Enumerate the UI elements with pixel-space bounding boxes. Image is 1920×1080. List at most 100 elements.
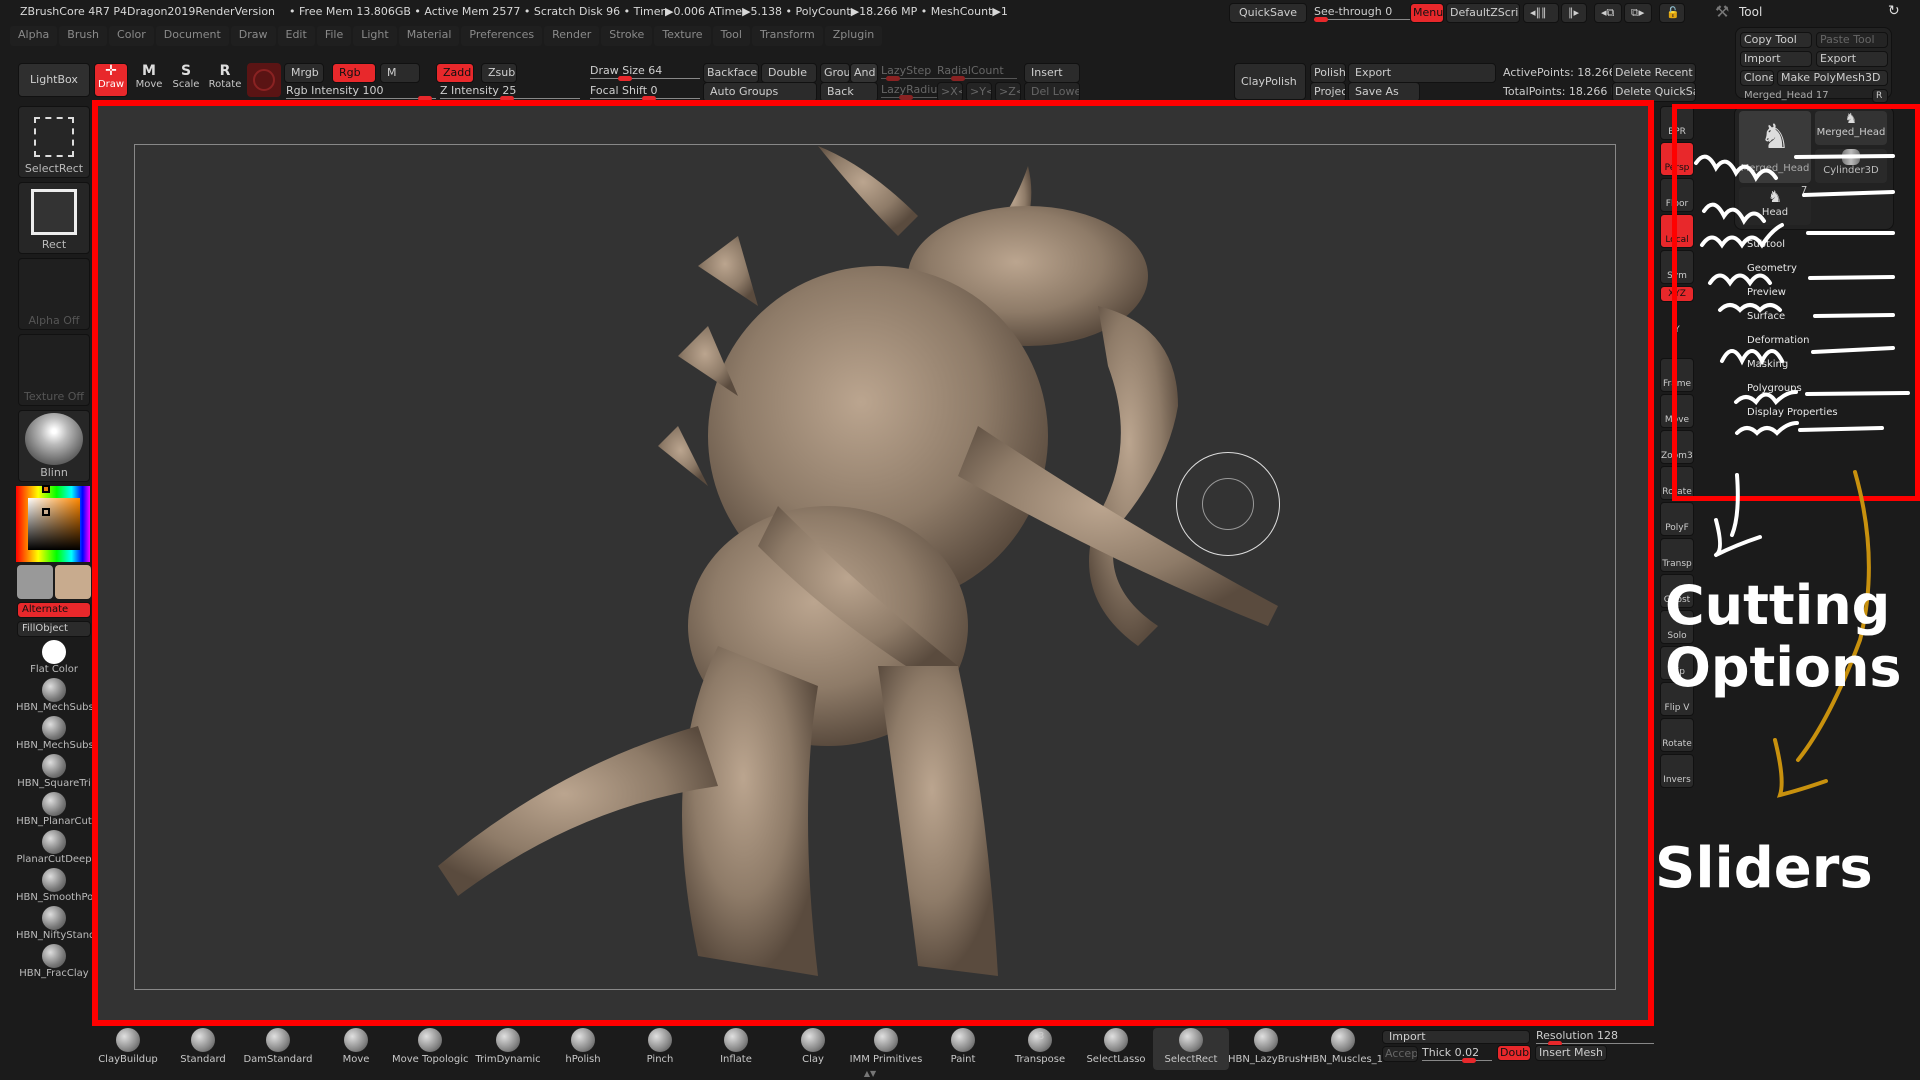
menus-button[interactable]: Menus (1410, 3, 1444, 23)
draw-size-slider[interactable]: Draw Size 64 (590, 63, 700, 81)
back-button[interactable]: Back (820, 82, 878, 102)
strip-rotate-button[interactable]: Rotate (1660, 718, 1694, 752)
alpha-off-tile[interactable]: Alpha Off (18, 258, 90, 330)
quicksave-button[interactable]: QuickSave (1229, 3, 1307, 23)
shelf-brush-claybuildup[interactable]: ClayBuildup (90, 1028, 166, 1070)
thick-slider[interactable]: Thick 0.02 (1422, 1045, 1492, 1063)
shelf-brush-hbn_lazybrush[interactable]: HBN_LazyBrush (1228, 1028, 1307, 1070)
layout-next-icon[interactable]: ⧉▸ (1624, 3, 1652, 23)
draw-button[interactable]: ✛ Draw (94, 63, 128, 97)
strip-polyf-button[interactable]: PolyF (1660, 502, 1694, 536)
double-shelf-button[interactable]: Double (1497, 1045, 1531, 1061)
r-button[interactable]: R (1872, 89, 1888, 103)
save-as-button[interactable]: Save As (1348, 82, 1420, 102)
menu-document[interactable]: Document (155, 26, 229, 46)
shelf-brush-damstandard[interactable]: DamStandard (240, 1028, 316, 1070)
texture-off-tile[interactable]: Texture Off (18, 334, 90, 406)
shelf-brush-imm-primitives[interactable]: IMM Primitives (848, 1028, 924, 1070)
x-axis-button[interactable]: >X< (937, 82, 963, 102)
prev-icon[interactable]: ◂∥∥ (1523, 3, 1559, 23)
menu-edit[interactable]: Edit (277, 26, 315, 46)
menu-texture[interactable]: Texture (654, 26, 711, 46)
clone-button[interactable]: Clone (1740, 70, 1774, 86)
del-lower-button[interactable]: Del Lower (1024, 82, 1080, 102)
left-brush-item[interactable]: HBN_SquareTri (16, 754, 92, 792)
menu-color[interactable]: Color (109, 26, 154, 46)
menu-brush[interactable]: Brush (59, 26, 108, 46)
edit-mode-button[interactable] (247, 63, 281, 97)
stroke-selectrect-tile[interactable]: SelectRect (18, 106, 90, 178)
menu-material[interactable]: Material (398, 26, 460, 46)
zadd-button[interactable]: Zadd (436, 63, 474, 83)
menu-file[interactable]: File (316, 26, 352, 46)
shelf-brush-move[interactable]: Move (318, 1028, 394, 1070)
auto-groups-button[interactable]: Auto Groups (703, 82, 817, 102)
import-mesh-button[interactable]: Import (1382, 1030, 1530, 1044)
insert-mesh-button[interactable]: Insert Mesh (1535, 1045, 1607, 1061)
make-polymesh-button[interactable]: Make PolyMesh3D (1777, 70, 1888, 86)
copy-tool-button[interactable]: Copy Tool (1740, 32, 1812, 48)
mrgb-button[interactable]: Mrgb (284, 63, 324, 83)
export-tool-button[interactable]: Export (1816, 51, 1888, 67)
canvas-viewport[interactable] (92, 100, 1654, 1026)
lightbox-button[interactable]: LightBox (18, 63, 90, 97)
left-brush-item[interactable]: HBN_MechSubs (16, 716, 92, 754)
y-axis-button[interactable]: >Y< (966, 82, 992, 102)
shelf-brush-selectlasso[interactable]: SelectLasso (1078, 1028, 1154, 1070)
and-button[interactable]: And (850, 63, 878, 83)
next-icon[interactable]: ∥▸ (1561, 3, 1587, 23)
material-tile[interactable]: Blinn (18, 410, 90, 482)
strip-transp-button[interactable]: Transp (1660, 538, 1694, 572)
reset-icon[interactable]: ↻ (1888, 3, 1900, 19)
shelf-brush-trimdynamic[interactable]: TrimDynamic (470, 1028, 546, 1070)
shelf-brush-hbn_muscles_1[interactable]: HBN_Muscles_1 (1305, 1028, 1383, 1070)
double-button[interactable]: Double (761, 63, 817, 83)
shelf-brush-paint[interactable]: Paint (925, 1028, 1001, 1070)
shelf-brush-selectrect[interactable]: SelectRect (1153, 1028, 1229, 1070)
alpha-rect-tile[interactable]: Rect (18, 182, 90, 254)
delete-recent-button[interactable]: Delete Recent Fi (1612, 63, 1696, 83)
radial-count-slider[interactable]: RadialCount (937, 63, 1017, 81)
color-saturation-box[interactable] (28, 498, 80, 550)
menu-light[interactable]: Light (353, 26, 397, 46)
polish-button[interactable]: Polish (1310, 63, 1346, 83)
left-brush-item[interactable]: Flat Color (16, 640, 92, 678)
rgb-intensity-slider[interactable]: Rgb Intensity 100 (286, 83, 436, 101)
menu-preferences[interactable]: Preferences (461, 26, 543, 46)
resolution-slider[interactable]: Resolution 128 (1536, 1028, 1654, 1046)
alternate-button[interactable]: Alternate (17, 602, 91, 618)
color-picker[interactable] (16, 485, 90, 562)
rotate-button[interactable]: R Rotate (207, 63, 243, 97)
left-brush-item[interactable]: HBN_SmoothPo (16, 868, 92, 906)
menu-alpha[interactable]: Alpha (10, 26, 58, 46)
left-brush-item[interactable]: HBN_PlanarCut (16, 792, 92, 830)
shelf-brush-inflate[interactable]: Inflate (698, 1028, 774, 1070)
strip-invers-button[interactable]: Invers (1660, 754, 1694, 788)
move-button[interactable]: M Move (133, 63, 165, 97)
backface-mask-button[interactable]: BackfaceMask (703, 63, 759, 83)
default-zscript-button[interactable]: DefaultZScript (1446, 3, 1520, 23)
secondary-color-swatch[interactable] (55, 565, 91, 599)
fill-object-button[interactable]: FillObject (17, 621, 91, 637)
z-intensity-slider[interactable]: Z Intensity 25 (440, 83, 580, 101)
paste-tool-button[interactable]: Paste Tool (1816, 32, 1888, 48)
clay-polish-button[interactable]: ClayPolish (1234, 63, 1306, 100)
menu-stroke[interactable]: Stroke (601, 26, 653, 46)
menu-render[interactable]: Render (544, 26, 600, 46)
shelf-brush-hpolish[interactable]: hPolish (545, 1028, 621, 1070)
menu-transform[interactable]: Transform (751, 26, 823, 46)
zsub-button[interactable]: Zsub (481, 63, 517, 83)
layout-prev-icon[interactable]: ◂⧉ (1594, 3, 1622, 23)
export-button[interactable]: Export (1348, 63, 1496, 83)
shelf-brush-move-topologic[interactable]: Move Topologic (392, 1028, 469, 1070)
menu-zplugin[interactable]: Zplugin (824, 26, 883, 46)
groups-button[interactable]: Groups (820, 63, 850, 83)
primary-color-swatch[interactable] (17, 565, 53, 599)
lock-icon[interactable]: 🔓 (1659, 3, 1685, 23)
left-brush-item[interactable]: PlanarCutDeep (16, 830, 92, 868)
menu-tool[interactable]: Tool (712, 26, 750, 46)
import-button[interactable]: Import (1740, 51, 1812, 67)
accept-button[interactable]: Accept (1382, 1046, 1418, 1062)
m-button[interactable]: M (380, 63, 420, 83)
see-through-slider[interactable]: See-through 0 (1314, 4, 1414, 22)
